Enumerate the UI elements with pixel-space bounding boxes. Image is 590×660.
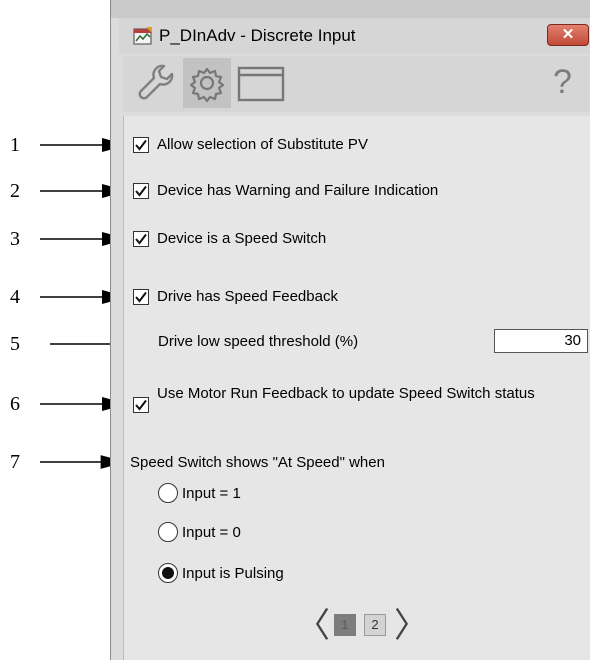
speed-feedback-label: Drive has Speed Feedback [157,288,338,305]
warning-failure-checkbox[interactable] [133,183,149,199]
wrench-icon [138,64,174,100]
window-icon [237,66,285,102]
at-speed-input-0-radio[interactable] [158,522,178,542]
speed-switch-label: Device is a Speed Switch [157,230,327,247]
callout-number: 2 [10,180,20,202]
motor-run-feedback-checkbox[interactable] [133,397,149,413]
gear-icon [189,67,225,103]
checkmark-icon [135,233,147,245]
page-button-1[interactable]: 1 [334,614,356,636]
motor-run-feedback-label: Use Motor Run Feedback to update Speed S… [157,385,535,402]
at-speed-input-1-radio[interactable] [158,483,178,503]
tab-display[interactable] [235,58,285,108]
speed-feedback-checkbox[interactable] [133,289,149,305]
close-button[interactable]: ✕ [547,24,589,46]
tab-bar: ? [123,56,590,112]
faceplate-app-icon [133,27,152,45]
tab-maintenance[interactable] [131,58,179,108]
help-button[interactable]: ? [553,62,572,102]
window-title: P_DInAdv - Discrete Input [159,26,356,45]
previous-page-arrow-icon[interactable]: 〈 [296,606,330,646]
warning-failure-label: Device has Warning and Failure Indicatio… [157,182,439,199]
next-page-arrow-icon[interactable]: 〉 [394,606,428,646]
at-speed-input-1-label: Input = 1 [182,485,241,502]
tab-configuration[interactable] [183,58,231,108]
callout-number: 5 [10,333,20,355]
title-bar: P_DInAdv - Discrete Input ✕ [119,18,590,54]
callout-number: 1 [10,134,20,156]
callout-number: 3 [10,228,20,250]
page-number: 1 [341,617,349,632]
checkmark-icon [135,291,147,303]
low-speed-threshold-input[interactable]: 30 [494,329,588,353]
page-number: 2 [371,617,379,632]
allow-substitute-pv-checkbox[interactable] [133,137,149,153]
at-speed-group-label: Speed Switch shows "At Speed" when [130,454,385,471]
configuration-panel: Allow selection of Substitute PV Device … [123,116,590,660]
checkmark-icon [135,185,147,197]
callout-number: 6 [10,393,20,415]
checkmark-icon [135,399,147,411]
speed-switch-checkbox[interactable] [133,231,149,247]
callout-number: 4 [10,286,20,308]
low-speed-threshold-label: Drive low speed threshold (%) [158,333,359,350]
callout-number: 7 [10,451,20,473]
checkmark-icon [135,139,147,151]
at-speed-pulsing-radio[interactable] [158,563,178,583]
at-speed-input-0-label: Input = 0 [182,524,241,541]
radio-selected-dot [162,567,174,579]
window-frame [111,0,590,18]
faceplate-window: P_DInAdv - Discrete Input ✕ ? Allow sele… [110,0,590,660]
allow-substitute-pv-label: Allow selection of Substitute PV [157,136,368,153]
at-speed-pulsing-label: Input is Pulsing [182,565,284,582]
page-button-2[interactable]: 2 [364,614,386,636]
